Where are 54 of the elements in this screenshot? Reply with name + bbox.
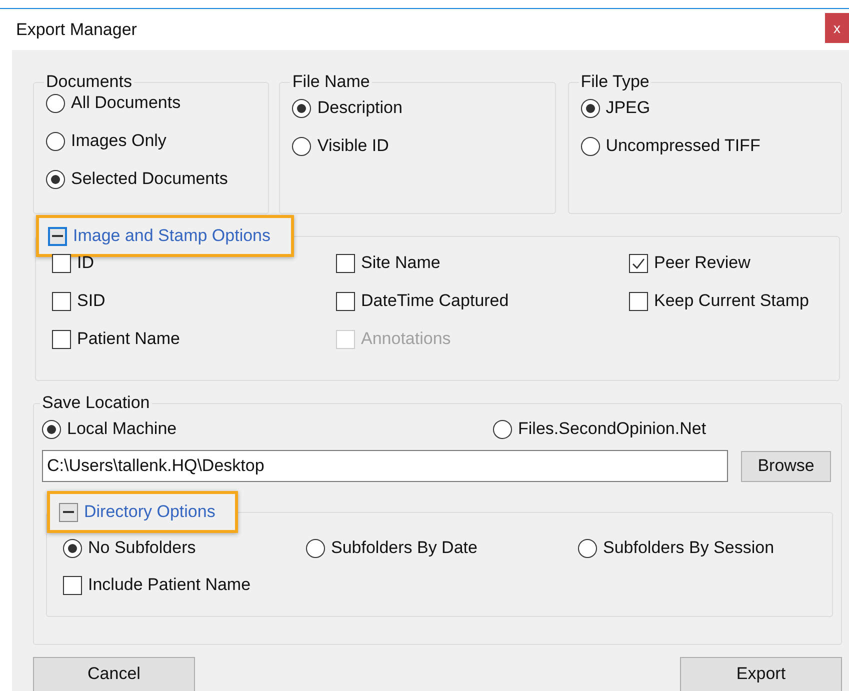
- option-label[interactable]: Uncompressed TIFF: [606, 133, 760, 159]
- radio-button[interactable]: [580, 136, 600, 156]
- checkbox[interactable]: [52, 254, 71, 272]
- radio-button[interactable]: [46, 132, 65, 150]
- option-label[interactable]: Selected Documents: [71, 166, 228, 192]
- group-title: Image and Stamp Options: [73, 226, 271, 246]
- option-label[interactable]: SID: [77, 288, 106, 314]
- checkbox[interactable]: [52, 330, 71, 348]
- group-title: Directory Options: [84, 502, 216, 522]
- browse-button[interactable]: Browse: [741, 450, 831, 482]
- radio-button[interactable]: [580, 98, 600, 118]
- radio-button[interactable]: [493, 420, 512, 438]
- radio-button[interactable]: [42, 420, 61, 438]
- checkbox[interactable]: [336, 254, 355, 272]
- radio-button[interactable]: [292, 98, 312, 118]
- radio-button[interactable]: [46, 94, 65, 112]
- checkbox[interactable]: [52, 292, 71, 310]
- radio-button[interactable]: [46, 170, 65, 188]
- option-label[interactable]: Patient Name: [77, 326, 180, 352]
- dialog-button[interactable]: Export: [680, 657, 842, 691]
- window-title: Export Manager: [16, 18, 137, 41]
- option-label[interactable]: Peer Review: [654, 250, 750, 276]
- option-label[interactable]: Images Only: [71, 128, 166, 154]
- option-label[interactable]: Subfolders By Session: [603, 535, 774, 561]
- group-title: Save Location: [41, 393, 151, 413]
- group-title: File Type: [580, 72, 650, 92]
- option-label[interactable]: ID: [77, 250, 94, 276]
- option-label[interactable]: DateTime Captured: [361, 288, 509, 314]
- close-button[interactable]: x: [825, 13, 849, 43]
- option-label[interactable]: All Documents: [71, 90, 181, 116]
- option-label[interactable]: Files.SecondOpinion.Net: [518, 416, 706, 442]
- checkbox[interactable]: [336, 292, 355, 310]
- path-field[interactable]: C:\Users\tallenk.HQ\Desktop: [42, 450, 728, 482]
- group-title: Documents: [45, 72, 133, 92]
- option-label[interactable]: Local Machine: [67, 416, 177, 442]
- radio-button[interactable]: [306, 538, 325, 558]
- option-label[interactable]: Include Patient Name: [88, 572, 251, 598]
- radio-button[interactable]: [292, 136, 312, 156]
- option-label[interactable]: Subfolders By Date: [331, 535, 478, 561]
- option-label[interactable]: JPEG: [606, 95, 650, 121]
- option-label[interactable]: Keep Current Stamp: [654, 288, 809, 314]
- checkbox[interactable]: [629, 292, 648, 310]
- group-title: File Name: [291, 72, 371, 92]
- dialog-button[interactable]: Cancel: [33, 657, 195, 691]
- option-label[interactable]: Visible ID: [317, 133, 389, 159]
- radio-button[interactable]: [63, 538, 82, 558]
- collapse-toggle[interactable]: [48, 226, 67, 246]
- radio-button[interactable]: [578, 538, 597, 558]
- collapse-toggle[interactable]: [59, 502, 78, 522]
- option-label[interactable]: Site Name: [361, 250, 440, 276]
- checkbox[interactable]: [629, 254, 648, 272]
- option-label[interactable]: Description: [317, 95, 402, 121]
- checkbox[interactable]: [63, 576, 82, 594]
- option-label[interactable]: No Subfolders: [88, 535, 196, 561]
